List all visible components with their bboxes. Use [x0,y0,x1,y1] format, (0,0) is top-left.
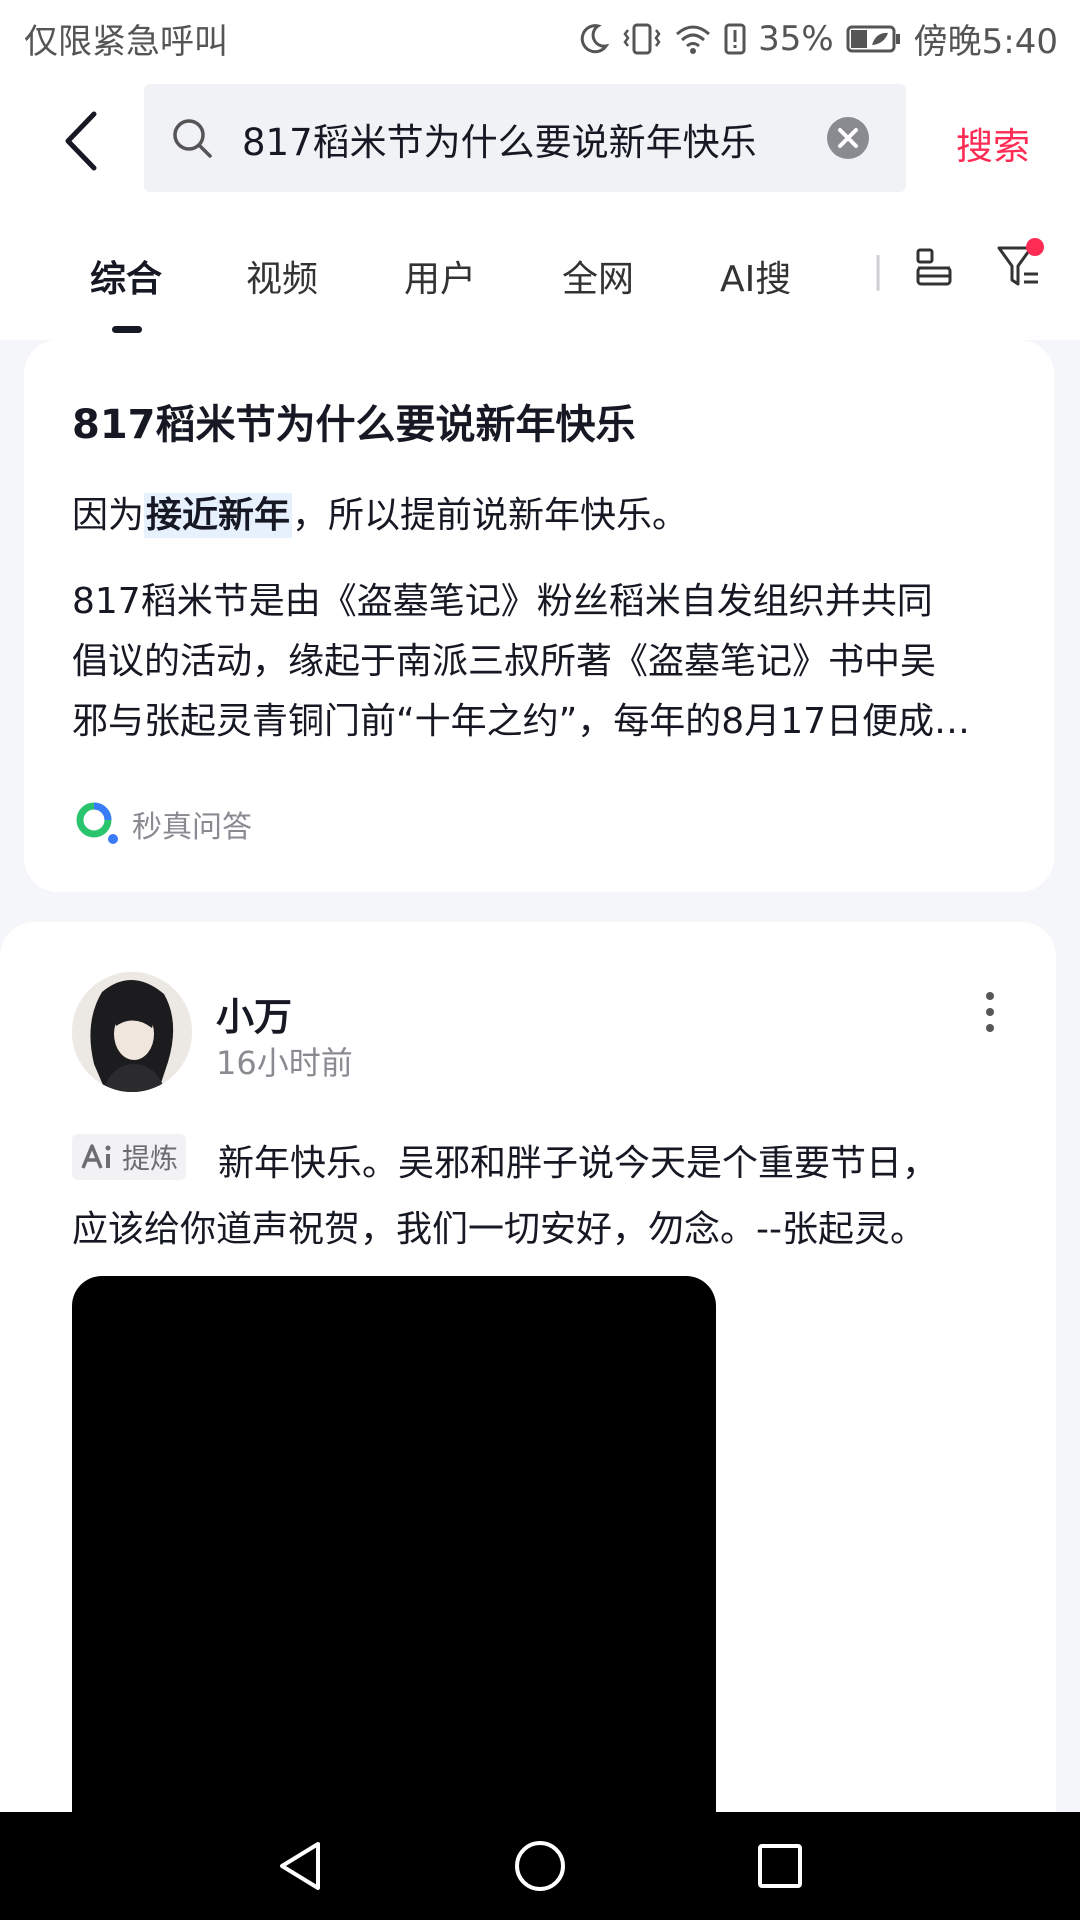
status-bar: 仅限紧急呼叫 35% 傍晚5:40 [0,0,1080,76]
source-logo-icon [76,802,118,844]
wifi-icon [676,25,711,54]
tab-comprehensive[interactable]: 综合 [90,250,162,302]
post-card[interactable]: 小万 16小时前 提炼 新年快乐。吴邪和胖子说今天是个重要节日， 应该给你道声祝… [0,922,1056,1842]
answer-card[interactable]: 817稻米节为什么要说新年快乐 因为接近新年，所以提前说新年快乐。 817稻米节… [24,340,1054,892]
clock: 傍晚5:40 [913,22,1058,62]
answer-summary-prefix: 因为 [72,495,145,536]
back-arrow-icon[interactable] [50,106,120,176]
search-header: 817稻米节为什么要说新年快乐 搜索 [0,76,1080,206]
tab-video[interactable]: 视频 [246,250,318,302]
ai-badge-label: 提炼 [122,1142,179,1175]
system-nav-bar [0,1812,1080,1920]
tab-users[interactable]: 用户 [404,250,476,302]
tab-bar: 综合 视频 用户 全网 AI搜 | [0,206,1080,340]
avatar[interactable] [72,972,192,1092]
answer-summary-suffix: ，所以提前说新年快乐。 [292,495,689,536]
answer-title: 817稻米节为什么要说新年快乐 [72,402,636,448]
nav-back-icon[interactable] [272,1838,328,1894]
nav-recents-icon[interactable] [752,1838,808,1894]
battery-icon [846,25,900,52]
search-input[interactable]: 817稻米节为什么要说新年快乐 [144,84,906,192]
ai-summary-badge: 提炼 [72,1134,187,1180]
carrier-text: 仅限紧急呼叫 [24,22,228,62]
source-name[interactable]: 秒真问答 [132,802,252,846]
layout-list-icon[interactable] [912,246,956,290]
post-text-line: 新年快乐。吴邪和胖子说今天是个重要节日， [218,1143,939,1184]
answer-body-line: 邪与张起灵青铜门前“十年之约”，每年的8月17日便成… [72,701,971,742]
filter-notification-dot [1026,238,1044,256]
tab-web[interactable]: 全网 [562,250,634,302]
answer-body-line: 倡议的活动，缘起于南派三叔所著《盗墓笔记》书中吴 [72,641,937,682]
search-icon [173,119,212,158]
search-button[interactable]: 搜索 [956,116,1030,170]
battery-percent: 35% [758,18,834,59]
ai-icon [81,1144,111,1169]
answer-summary: 因为接近新年，所以提前说新年快乐。 [72,486,688,538]
post-time: 16小时前 [216,1044,353,1082]
answer-summary-highlight: 接近新年 [144,493,293,538]
post-video-thumbnail[interactable] [72,1276,716,1836]
more-options-icon[interactable] [976,988,1004,1036]
vibrate-icon [623,23,661,54]
post-text-line: 应该给你道声祝贺，我们一切安好，勿念。--张起灵。 [72,1209,926,1250]
moon-icon [580,23,610,53]
tab-ai-search[interactable]: AI搜 [720,250,791,302]
clear-icon[interactable] [826,116,870,160]
status-icons: 35% 傍晚5:40 [576,14,1058,63]
battery-alert-icon [724,23,746,54]
tab-overflow-hint: | [872,250,885,291]
avatar-image [72,972,192,1092]
search-query[interactable]: 817稻米节为什么要说新年快乐 [242,112,757,166]
active-tab-indicator [112,326,142,333]
answer-body-line: 817稻米节是由《盗墓笔记》粉丝稻米自发组织并共同 [72,581,933,622]
nav-home-icon[interactable] [512,1838,568,1894]
author-name[interactable]: 小万 [216,986,292,1041]
answer-body: 817稻米节是由《盗墓笔记》粉丝稻米自发组织并共同 倡议的活动，缘起于南派三叔所… [72,572,1012,752]
